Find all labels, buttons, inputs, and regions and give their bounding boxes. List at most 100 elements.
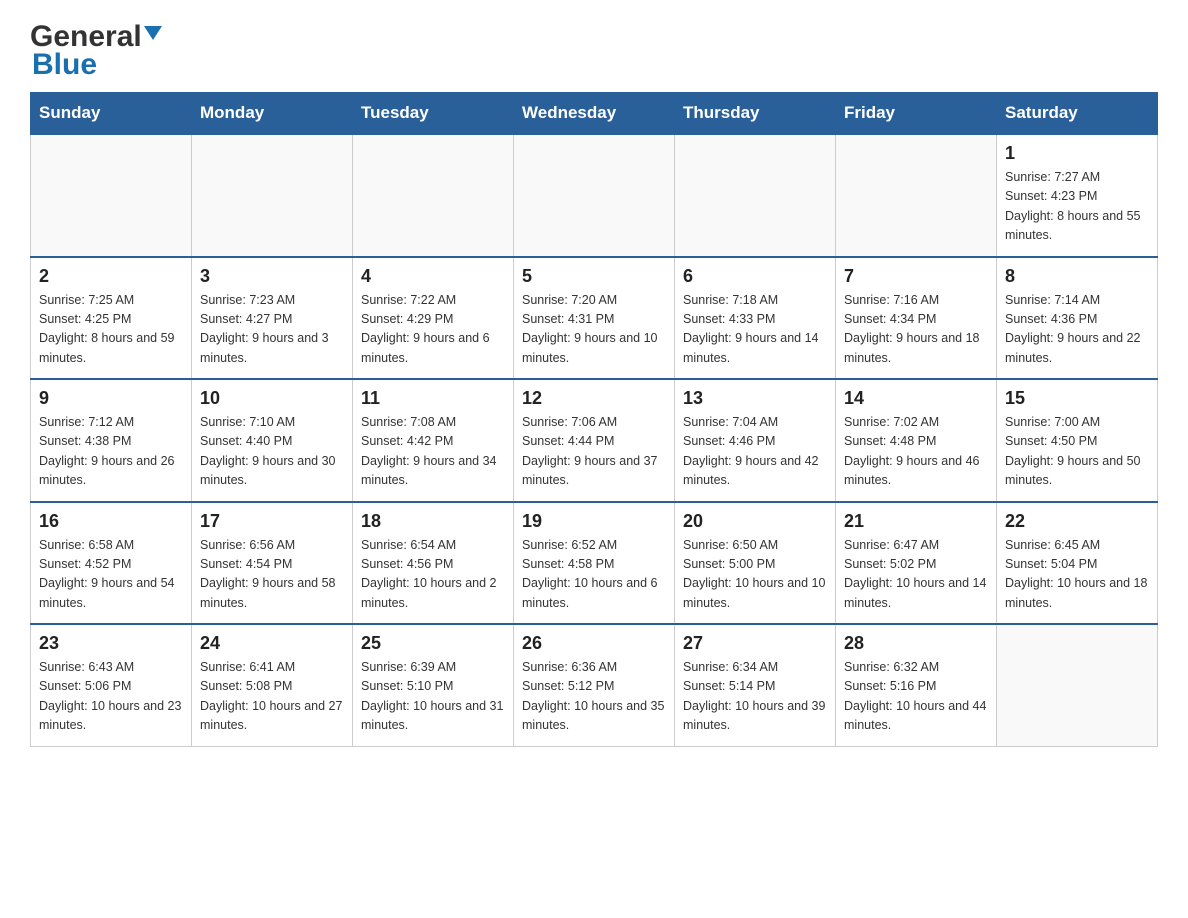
calendar-cell: 2 Sunrise: 7:25 AMSunset: 4:25 PMDaylight… (31, 257, 192, 380)
calendar-week-3: 9 Sunrise: 7:12 AMSunset: 4:38 PMDaylight… (31, 379, 1158, 502)
calendar-cell: 3 Sunrise: 7:23 AMSunset: 4:27 PMDaylight… (192, 257, 353, 380)
day-number: 27 (683, 633, 827, 654)
calendar-cell: 21 Sunrise: 6:47 AMSunset: 5:02 PMDayligh… (836, 502, 997, 625)
calendar-week-2: 2 Sunrise: 7:25 AMSunset: 4:25 PMDaylight… (31, 257, 1158, 380)
logo-accent: Blue (32, 48, 97, 81)
calendar-cell: 13Sunrise: 7:04 AMSunset: 4:46 PMDayligh… (675, 379, 836, 502)
day-info: Sunrise: 7:08 AMSunset: 4:42 PMDaylight:… (361, 413, 505, 491)
day-number: 5 (522, 266, 666, 287)
calendar-cell: 11 Sunrise: 7:08 AMSunset: 4:42 PMDayligh… (353, 379, 514, 502)
day-number: 9 (39, 388, 183, 409)
day-info: Sunrise: 6:54 AMSunset: 4:56 PMDaylight:… (361, 536, 505, 614)
logo-triangle-icon (144, 26, 162, 40)
calendar-cell (192, 134, 353, 257)
calendar-cell: 15 Sunrise: 7:00 AMSunset: 4:50 PMDayligh… (997, 379, 1158, 502)
day-info: Sunrise: 7:20 AMSunset: 4:31 PMDaylight:… (522, 291, 666, 369)
day-number: 18 (361, 511, 505, 532)
day-number: 14 (844, 388, 988, 409)
weekday-header-sunday: Sunday (31, 93, 192, 135)
day-number: 21 (844, 511, 988, 532)
day-info: Sunrise: 6:39 AMSunset: 5:10 PMDaylight:… (361, 658, 505, 736)
day-number: 3 (200, 266, 344, 287)
day-number: 20 (683, 511, 827, 532)
calendar-cell: 5 Sunrise: 7:20 AMSunset: 4:31 PMDaylight… (514, 257, 675, 380)
day-info: Sunrise: 7:10 AMSunset: 4:40 PMDaylight:… (200, 413, 344, 491)
calendar-cell (836, 134, 997, 257)
calendar-cell (31, 134, 192, 257)
day-number: 15 (1005, 388, 1149, 409)
day-info: Sunrise: 7:22 AMSunset: 4:29 PMDaylight:… (361, 291, 505, 369)
page-header: General Blue (30, 20, 1158, 82)
calendar-cell: 27Sunrise: 6:34 AMSunset: 5:14 PMDayligh… (675, 624, 836, 746)
day-info: Sunrise: 6:58 AMSunset: 4:52 PMDaylight:… (39, 536, 183, 614)
calendar-cell (353, 134, 514, 257)
calendar-cell (514, 134, 675, 257)
day-info: Sunrise: 6:36 AMSunset: 5:12 PMDaylight:… (522, 658, 666, 736)
calendar-cell: 22Sunrise: 6:45 AMSunset: 5:04 PMDayligh… (997, 502, 1158, 625)
day-number: 6 (683, 266, 827, 287)
calendar-table: SundayMondayTuesdayWednesdayThursdayFrid… (30, 92, 1158, 747)
calendar-cell: 7Sunrise: 7:16 AMSunset: 4:34 PMDaylight… (836, 257, 997, 380)
calendar-cell: 25 Sunrise: 6:39 AMSunset: 5:10 PMDayligh… (353, 624, 514, 746)
day-number: 17 (200, 511, 344, 532)
calendar-cell: 4 Sunrise: 7:22 AMSunset: 4:29 PMDaylight… (353, 257, 514, 380)
weekday-header-monday: Monday (192, 93, 353, 135)
day-info: Sunrise: 6:43 AMSunset: 5:06 PMDaylight:… (39, 658, 183, 736)
calendar-cell: 14 Sunrise: 7:02 AMSunset: 4:48 PMDayligh… (836, 379, 997, 502)
calendar-cell: 24 Sunrise: 6:41 AMSunset: 5:08 PMDayligh… (192, 624, 353, 746)
day-number: 19 (522, 511, 666, 532)
day-info: Sunrise: 6:50 AMSunset: 5:00 PMDaylight:… (683, 536, 827, 614)
day-info: Sunrise: 7:18 AMSunset: 4:33 PMDaylight:… (683, 291, 827, 369)
calendar-cell: 26 Sunrise: 6:36 AMSunset: 5:12 PMDayligh… (514, 624, 675, 746)
day-info: Sunrise: 7:06 AMSunset: 4:44 PMDaylight:… (522, 413, 666, 491)
day-number: 11 (361, 388, 505, 409)
day-info: Sunrise: 7:27 AMSunset: 4:23 PMDaylight:… (1005, 168, 1149, 246)
calendar-cell (675, 134, 836, 257)
calendar-cell: 6 Sunrise: 7:18 AMSunset: 4:33 PMDaylight… (675, 257, 836, 380)
day-info: Sunrise: 6:45 AMSunset: 5:04 PMDaylight:… (1005, 536, 1149, 614)
calendar-cell: 10 Sunrise: 7:10 AMSunset: 4:40 PMDayligh… (192, 379, 353, 502)
weekday-header-saturday: Saturday (997, 93, 1158, 135)
day-info: Sunrise: 7:23 AMSunset: 4:27 PMDaylight:… (200, 291, 344, 369)
weekday-header-friday: Friday (836, 93, 997, 135)
day-info: Sunrise: 6:41 AMSunset: 5:08 PMDaylight:… (200, 658, 344, 736)
calendar-cell: 1 Sunrise: 7:27 AMSunset: 4:23 PMDaylight… (997, 134, 1158, 257)
calendar-week-1: 1 Sunrise: 7:27 AMSunset: 4:23 PMDaylight… (31, 134, 1158, 257)
day-info: Sunrise: 7:00 AMSunset: 4:50 PMDaylight:… (1005, 413, 1149, 491)
day-number: 25 (361, 633, 505, 654)
calendar-cell: 8Sunrise: 7:14 AMSunset: 4:36 PMDaylight… (997, 257, 1158, 380)
day-number: 26 (522, 633, 666, 654)
calendar-cell: 17 Sunrise: 6:56 AMSunset: 4:54 PMDayligh… (192, 502, 353, 625)
day-info: Sunrise: 6:47 AMSunset: 5:02 PMDaylight:… (844, 536, 988, 614)
calendar-week-4: 16Sunrise: 6:58 AMSunset: 4:52 PMDayligh… (31, 502, 1158, 625)
weekday-header-tuesday: Tuesday (353, 93, 514, 135)
day-number: 23 (39, 633, 183, 654)
day-number: 10 (200, 388, 344, 409)
calendar-cell: 12 Sunrise: 7:06 AMSunset: 4:44 PMDayligh… (514, 379, 675, 502)
weekday-header-thursday: Thursday (675, 93, 836, 135)
weekday-header-wednesday: Wednesday (514, 93, 675, 135)
day-number: 2 (39, 266, 183, 287)
calendar-cell: 18 Sunrise: 6:54 AMSunset: 4:56 PMDayligh… (353, 502, 514, 625)
day-number: 12 (522, 388, 666, 409)
calendar-cell (997, 624, 1158, 746)
day-info: Sunrise: 6:52 AMSunset: 4:58 PMDaylight:… (522, 536, 666, 614)
calendar-cell: 20 Sunrise: 6:50 AMSunset: 5:00 PMDayligh… (675, 502, 836, 625)
logo: General Blue (30, 20, 162, 82)
weekday-header-row: SundayMondayTuesdayWednesdayThursdayFrid… (31, 93, 1158, 135)
calendar-cell: 28Sunrise: 6:32 AMSunset: 5:16 PMDayligh… (836, 624, 997, 746)
day-number: 13 (683, 388, 827, 409)
day-number: 8 (1005, 266, 1149, 287)
day-number: 7 (844, 266, 988, 287)
calendar-cell: 16Sunrise: 6:58 AMSunset: 4:52 PMDayligh… (31, 502, 192, 625)
day-info: Sunrise: 6:32 AMSunset: 5:16 PMDaylight:… (844, 658, 988, 736)
day-number: 24 (200, 633, 344, 654)
day-info: Sunrise: 7:12 AMSunset: 4:38 PMDaylight:… (39, 413, 183, 491)
calendar-cell: 23 Sunrise: 6:43 AMSunset: 5:06 PMDayligh… (31, 624, 192, 746)
day-info: Sunrise: 7:25 AMSunset: 4:25 PMDaylight:… (39, 291, 183, 369)
day-info: Sunrise: 6:56 AMSunset: 4:54 PMDaylight:… (200, 536, 344, 614)
calendar-week-5: 23 Sunrise: 6:43 AMSunset: 5:06 PMDayligh… (31, 624, 1158, 746)
day-number: 1 (1005, 143, 1149, 164)
day-number: 4 (361, 266, 505, 287)
day-info: Sunrise: 7:02 AMSunset: 4:48 PMDaylight:… (844, 413, 988, 491)
